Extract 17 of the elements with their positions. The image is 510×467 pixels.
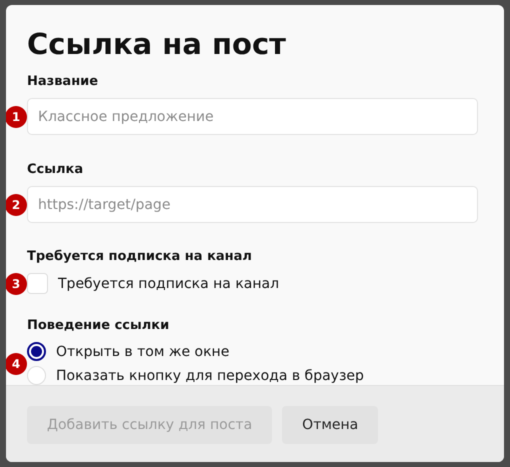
radio-label: Показать кнопку для перехода в браузер <box>56 368 364 384</box>
number-badge: 2 <box>6 194 27 216</box>
number-badge: 3 <box>6 272 27 294</box>
field-label: Поведение ссылки <box>27 318 170 334</box>
checkbox[interactable] <box>27 273 48 294</box>
number-badge: 4 <box>6 352 27 374</box>
number-badge: 1 <box>6 106 27 128</box>
radio-button[interactable] <box>27 342 46 361</box>
field-label: Название <box>27 74 100 90</box>
input-field[interactable]: Классное предложение <box>27 98 478 135</box>
radio-label: Открыть в том же окне <box>56 344 230 360</box>
input-field[interactable]: https://target/page <box>27 186 478 223</box>
field-label: Ссылка <box>27 162 84 178</box>
dialog-title: Ссылка на пост <box>27 27 287 61</box>
cancel-button[interactable]: Отмена <box>282 406 378 444</box>
field-label: Требуется подписка на канал <box>27 249 253 265</box>
checkbox-label: Требуется подписка на канал <box>58 276 280 292</box>
